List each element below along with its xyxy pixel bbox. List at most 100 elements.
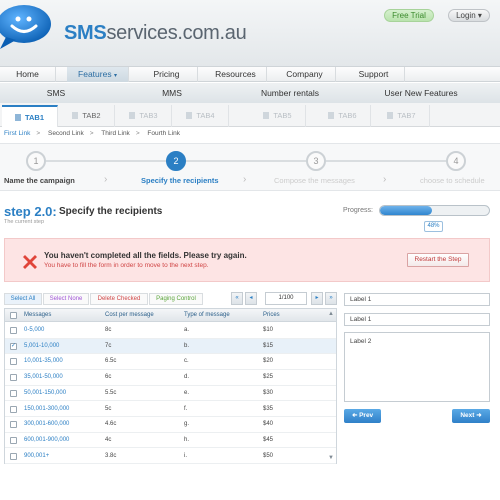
chat-bubble-logo-icon[interactable] (0, 4, 52, 50)
restart-step-button[interactable]: Restart the Step (407, 253, 469, 267)
table-row[interactable]: 900,001+ 3.8c i. $50 (5, 449, 336, 465)
alert-message: You have to fill the form in order to mo… (44, 262, 209, 269)
cell-price: $25 (263, 374, 274, 381)
tab-4-label: TAB4 (196, 111, 215, 120)
step-4-circle[interactable]: 4 (446, 151, 466, 171)
nav-item-company[interactable]: Company (274, 67, 336, 82)
pager: « ◂ 1/100 ▸ » (231, 292, 337, 305)
column-header-type[interactable]: Type of message (184, 309, 230, 322)
table-row[interactable]: ✓ 5,001-10,000 7c b. $15 (5, 338, 336, 355)
scroll-down-icon[interactable]: ▼ (328, 455, 336, 464)
tab-7[interactable]: TAB7 (374, 105, 430, 127)
step-2-circle[interactable]: 2 (166, 151, 186, 171)
label-1-field-2[interactable]: Label 1 (344, 313, 490, 326)
tab-1[interactable]: TAB1 (2, 105, 58, 127)
first-page-icon[interactable]: « (231, 292, 243, 305)
select-none-button[interactable]: Select None (43, 293, 89, 305)
cell-messages: 300,001-600,000 (24, 421, 70, 428)
cell-type: f. (184, 405, 188, 412)
chevron-down-icon: ▾ (477, 11, 482, 20)
last-page-icon[interactable]: » (325, 292, 337, 305)
tab-4[interactable]: TAB4 (173, 105, 229, 127)
row-checkbox-checked[interactable]: ✓ (10, 342, 17, 350)
cell-price: $50 (263, 452, 274, 459)
label-2-textarea[interactable]: Label 2 (344, 332, 490, 402)
login-button[interactable]: Login ▾ (448, 9, 490, 22)
tab-icon (263, 112, 270, 119)
page-field[interactable]: 1/100 (265, 292, 307, 305)
breadcrumb-link-4[interactable]: Fourth Link (147, 130, 180, 137)
prev-page-icon[interactable]: ◂ (245, 292, 257, 305)
cell-type: i. (184, 452, 187, 459)
paging-control-button[interactable]: Paging Control (149, 293, 203, 305)
next-button[interactable]: Next ➜ (452, 409, 490, 423)
row-checkbox[interactable] (10, 452, 17, 460)
delete-checked-button[interactable]: Delete Checked (90, 293, 148, 305)
table-row[interactable]: 150,001-300,000 5c f. $35 (5, 402, 336, 417)
label-1-field[interactable]: Label 1 (344, 293, 490, 306)
tab-6[interactable]: TAB6 (315, 105, 371, 127)
prev-label: Prev (359, 412, 374, 419)
row-checkbox[interactable] (10, 374, 17, 382)
progress-label: Progress: (343, 207, 373, 214)
table-row[interactable]: 0-5,000 8c a. $10 (5, 323, 336, 339)
cell-cost: 7c (105, 342, 112, 349)
tab-2[interactable]: TAB2 (59, 105, 115, 127)
select-all-button[interactable]: Select All (4, 293, 42, 305)
breadcrumb-link-2[interactable]: Second Link (48, 130, 84, 137)
cell-price: $40 (263, 421, 274, 428)
brand-name[interactable]: SMSservices.com.au (64, 22, 247, 45)
chevron-down-icon: ▾ (113, 73, 117, 79)
row-checkbox[interactable] (10, 389, 17, 397)
step-3-circle[interactable]: 3 (306, 151, 326, 171)
prev-button[interactable]: ➜ Prev (344, 409, 381, 423)
login-label: Login (456, 11, 476, 20)
free-trial-button[interactable]: Free Trial (384, 9, 434, 22)
table-row[interactable]: 50,001-150,000 5.5c e. $30 (5, 386, 336, 402)
subnav-item-number-rentals[interactable]: Number rentals (250, 83, 330, 103)
table-row[interactable]: 10,001-35,000 6.5c c. $20 (5, 354, 336, 370)
cell-messages: 150,001-300,000 (24, 405, 70, 412)
scroll-up-icon[interactable]: ▲ (328, 311, 336, 320)
breadcrumb-link-3[interactable]: Third Link (101, 130, 130, 137)
tab-1-label: TAB1 (24, 113, 45, 122)
step-2-label: Specify the recipients (141, 176, 219, 185)
tab-icon (186, 112, 193, 119)
select-all-checkbox[interactable] (10, 312, 17, 319)
subnav-item-user-new-features[interactable]: User New Features (366, 83, 476, 103)
table-row[interactable]: 300,001-600,000 4.6c g. $40 (5, 417, 336, 433)
column-header-prices[interactable]: Prices (263, 309, 280, 322)
next-label: Next (460, 412, 475, 419)
nav-item-support[interactable]: Support (343, 67, 405, 82)
row-checkbox[interactable] (10, 421, 17, 429)
cell-cost: 3.8c (105, 452, 117, 459)
progress-fill (380, 206, 433, 215)
row-checkbox[interactable] (10, 436, 17, 444)
next-page-icon[interactable]: ▸ (311, 292, 323, 305)
subnav-item-sms[interactable]: SMS (26, 83, 86, 103)
nav-item-home[interactable]: Home (0, 67, 56, 82)
breadcrumb-link-1[interactable]: First Link (4, 130, 30, 137)
table-row[interactable]: 35,001-50,000 6c d. $25 (5, 370, 336, 386)
subnav-item-mms[interactable]: MMS (142, 83, 202, 103)
nav-item-features[interactable]: Features ▾ (67, 67, 129, 82)
tab-2-label: TAB2 (82, 111, 101, 120)
table-row[interactable]: 600,001-900,000 4c h. $45 (5, 433, 336, 449)
nav-item-pricing[interactable]: Pricing (136, 67, 198, 82)
column-header-messages[interactable]: Messages (24, 309, 51, 322)
tab-3[interactable]: TAB3 (116, 105, 172, 127)
cell-price: $10 (263, 327, 274, 333)
cell-price: $35 (263, 405, 274, 412)
row-checkbox[interactable] (10, 358, 17, 366)
error-alert: You haven't completed all the fields. Pl… (4, 238, 490, 282)
tab-5[interactable]: TAB5 (250, 105, 306, 127)
breadcrumb: First Link > Second Link > Third Link > Fou… (4, 130, 180, 137)
tab-icon (387, 112, 394, 119)
nav-item-resources[interactable]: Resources (205, 67, 267, 82)
row-checkbox[interactable] (10, 405, 17, 413)
column-header-cost[interactable]: Cost per message (105, 309, 154, 322)
row-checkbox[interactable] (10, 327, 17, 334)
step-1-circle[interactable]: 1 (26, 151, 46, 171)
main-nav: Home Features ▾ Pricing Resources Compan… (0, 66, 500, 82)
step-number: step 2.0: (4, 204, 57, 219)
